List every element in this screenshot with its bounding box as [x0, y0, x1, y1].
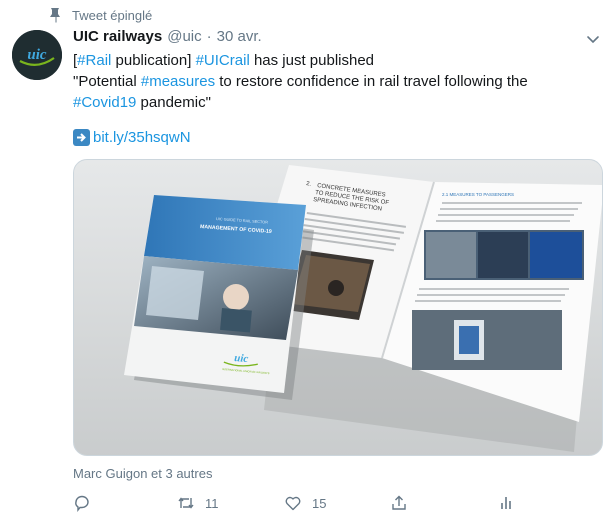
author-handle[interactable]: @uic: [167, 28, 201, 45]
pinned-text: Tweet épinglé: [72, 7, 153, 23]
header-separator: ·: [206, 28, 212, 45]
text-fragment: "Potential: [73, 73, 141, 90]
avatar[interactable]: uic: [12, 30, 62, 80]
text-fragment: publication]: [111, 52, 196, 69]
tweet-line-1: [#Rail publication] #UICrail has just pu…: [73, 50, 593, 71]
action-bar: 11 15: [73, 494, 593, 514]
hashtag-rail[interactable]: #Rail: [77, 52, 111, 69]
tweet-text: [#Rail publication] #UICrail has just pu…: [73, 50, 593, 113]
like-button[interactable]: 15: [284, 494, 326, 512]
tweet-image[interactable]: 2. CONCRETE MEASURES TO REDUCE THE RISK …: [73, 159, 603, 456]
chevron-down-icon[interactable]: [584, 30, 602, 48]
hashtag-covid19[interactable]: #Covid19: [73, 94, 136, 111]
analytics-button[interactable]: [497, 494, 515, 512]
uic-logo: uic: [12, 30, 62, 80]
analytics-icon: [501, 497, 511, 509]
retweet-button[interactable]: 11: [177, 494, 219, 512]
pin-icon: [50, 8, 60, 23]
hashtag-measures[interactable]: #measures: [141, 73, 215, 90]
share-icon: [392, 495, 406, 510]
reply-button[interactable]: [73, 494, 101, 512]
retweet-count: 11: [205, 495, 219, 511]
text-fragment: has just published: [249, 52, 375, 69]
arrow-right-icon: [73, 129, 90, 146]
retweet-icon: [178, 497, 194, 509]
hashtag-uicrail[interactable]: #UICrail: [196, 52, 250, 69]
like-count: 15: [312, 495, 327, 511]
tweet-line-2: "Potential #measures to restore confiden…: [73, 71, 593, 92]
author-name[interactable]: UIC railways: [73, 28, 162, 45]
heart-icon: [285, 496, 301, 511]
text-fragment: pandemic": [136, 94, 211, 111]
pinned-tweet[interactable]: Tweet épinglé uic UIC railways @uic · 30…: [0, 0, 610, 521]
tweet-date[interactable]: 30 avr.: [217, 28, 262, 45]
reply-icon: [75, 495, 89, 512]
share-button[interactable]: [390, 494, 408, 512]
pinned-label: Tweet épinglé: [48, 7, 152, 23]
right-page-heading: 2.1 MEASURES TO PASSENGERS: [442, 192, 514, 197]
link-line: bit.ly/35hsqwN: [73, 129, 191, 146]
brochure-mockup: 2. CONCRETE MEASURES TO REDUCE THE RISK …: [74, 160, 602, 455]
tweet-header: UIC railways @uic · 30 avr.: [73, 28, 262, 45]
text-fragment: to restore confidence in rail travel fol…: [215, 73, 528, 90]
cover-logo: uic: [234, 352, 249, 365]
tweet-line-3: #Covid19 pandemic": [73, 92, 593, 113]
short-link[interactable]: bit.ly/35hsqwN: [93, 129, 191, 146]
liked-by[interactable]: Marc Guigon et 3 autres: [73, 466, 212, 481]
svg-text:uic: uic: [27, 47, 47, 63]
